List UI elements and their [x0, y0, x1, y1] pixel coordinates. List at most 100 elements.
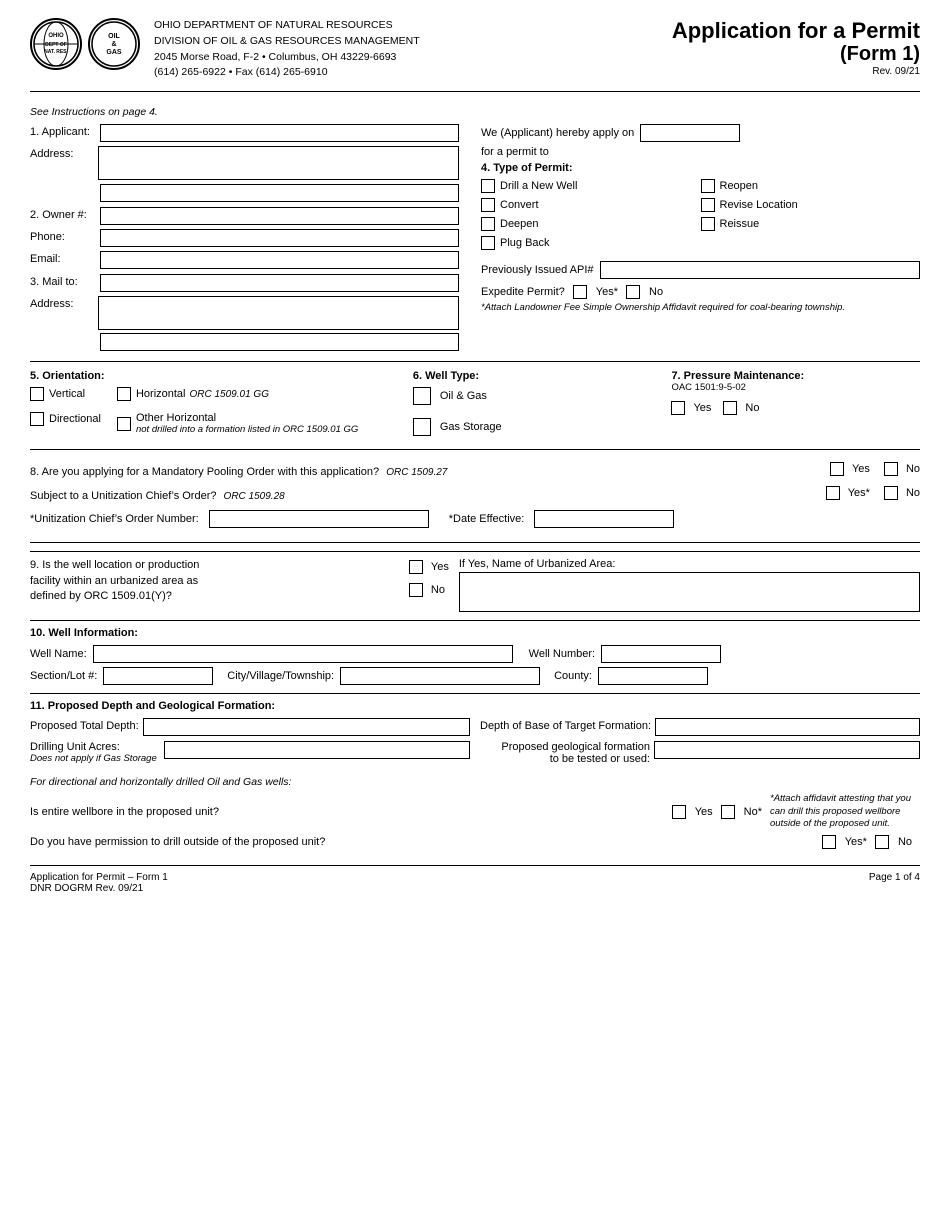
s8-order-label: *Unitization Chief’s Order Number: — [30, 513, 199, 525]
s8-no2-checkbox[interactable] — [884, 486, 898, 500]
horizontal-label: Horizontal — [136, 388, 186, 400]
expedite-yes-checkbox[interactable] — [573, 285, 587, 299]
s11-geo-label-wrap: Proposed geological formation to be test… — [480, 741, 650, 765]
address2-row: Address: — [30, 296, 459, 330]
orientation-section: 5. Orientation: Vertical Directional — [30, 370, 403, 441]
other-horiz-checkbox[interactable] — [117, 417, 131, 431]
instructions-text: See Instructions on page 4. — [30, 106, 920, 118]
s10-wellnum-input[interactable] — [601, 645, 721, 663]
convert-checkbox[interactable] — [481, 198, 495, 212]
s9-no-checkbox[interactable] — [409, 583, 423, 597]
applicant-input[interactable] — [100, 124, 459, 142]
deepen-checkbox[interactable] — [481, 217, 495, 231]
s11-base-depth-input[interactable] — [655, 718, 920, 736]
revise-checkbox[interactable] — [701, 198, 715, 212]
s11-base-depth-label: Depth of Base of Target Formation: — [480, 718, 651, 732]
s11-permission-no-checkbox[interactable] — [875, 835, 889, 849]
s9-area: If Yes, Name of Urbanized Area: — [459, 558, 920, 612]
s9-no-label: No — [431, 584, 445, 596]
section8: 8. Are you applying for a Mandatory Pool… — [30, 456, 920, 534]
convert-row: Convert — [481, 198, 701, 212]
s8-order-input[interactable] — [209, 510, 429, 528]
horizontal-orc: ORC 1509.01 GG — [190, 389, 269, 400]
apply-input[interactable] — [640, 124, 740, 142]
s10-section-input[interactable] — [103, 667, 213, 685]
address2-extra — [30, 333, 459, 351]
oilgas-checkbox[interactable] — [413, 387, 431, 405]
section10: 10. Well Information: Well Name: Well Nu… — [30, 620, 920, 685]
s11-wellbore-yes-checkbox[interactable] — [672, 805, 686, 819]
address1-line2-input[interactable] — [100, 184, 459, 202]
svg-text:DEPT OF: DEPT OF — [45, 42, 67, 48]
phone-label: Phone: — [30, 229, 100, 243]
s11-geo-input[interactable] — [654, 741, 920, 759]
s11-drilling-note: Does not apply if Gas Storage — [30, 753, 160, 764]
reopen-checkbox[interactable] — [701, 179, 715, 193]
s9-yes-checkbox[interactable] — [409, 560, 423, 574]
applicant-label: 1. Applicant: — [30, 124, 100, 138]
address2-input[interactable] — [98, 296, 459, 330]
s11-grid: Proposed Total Depth: Drilling Unit Acre… — [30, 718, 920, 770]
s11-drilling-row: Drilling Unit Acres: Does not apply if G… — [30, 741, 470, 764]
s10-city-input[interactable] — [340, 667, 540, 685]
s10-wellname-input[interactable] — [93, 645, 513, 663]
pressure-yn: Yes No — [671, 401, 920, 420]
s11-wellbore-no-checkbox[interactable] — [721, 805, 735, 819]
s11-drilling-input[interactable] — [164, 741, 470, 759]
s8-yes-checkbox[interactable] — [830, 462, 844, 476]
address1-label: Address: — [30, 146, 98, 160]
pressure-no-checkbox[interactable] — [723, 401, 737, 415]
s8-date-input[interactable] — [534, 510, 674, 528]
s9-yes-row: Yes — [409, 560, 449, 574]
address1-input[interactable] — [98, 146, 459, 180]
page-header: OHIO DEPT OF NAT. RES. OIL & GAS OHIO DE… — [30, 18, 920, 92]
s11-permission-yes-checkbox[interactable] — [822, 835, 836, 849]
s11-permission-row: Do you have permission to drill outside … — [30, 835, 920, 849]
org-line1: OHIO DEPARTMENT OF NATURAL RESOURCES — [154, 18, 672, 34]
applicant-section: 1. Applicant: Address: 2. Owner #: — [30, 124, 475, 355]
form-number: (Form 1) — [672, 43, 920, 66]
prev-api-row: Previously Issued API# — [481, 261, 920, 279]
address1-row: Address: — [30, 146, 459, 180]
expedite-row: Expedite Permit? Yes* No — [481, 285, 920, 299]
welltype-options: Oil & Gas Gas Storage — [413, 387, 662, 441]
s10-section-label: Section/Lot #: — [30, 670, 97, 682]
footer-left: Application for Permit – Form 1 DNR DOGR… — [30, 872, 168, 894]
revise-row: Revise Location — [701, 198, 921, 212]
s8-no-checkbox[interactable] — [884, 462, 898, 476]
s10-county-input[interactable] — [598, 667, 708, 685]
expedite-no-checkbox[interactable] — [626, 285, 640, 299]
directional-checkbox[interactable] — [30, 412, 44, 426]
email-input[interactable] — [100, 251, 459, 269]
s8-no2-row: No — [884, 486, 920, 500]
s8-no-row: No — [884, 462, 920, 476]
s9-if-yes-label: If Yes, Name of Urbanized Area: — [459, 558, 920, 570]
s11-base-depth-row: Depth of Base of Target Formation: — [480, 718, 920, 736]
vertical-checkbox[interactable] — [30, 387, 44, 401]
s11-wellbore-no-label: No* — [744, 806, 762, 818]
drill-new-checkbox[interactable] — [481, 179, 495, 193]
extra-addr-row — [30, 184, 459, 202]
email-row: Email: — [30, 251, 459, 269]
plug-back-checkbox[interactable] — [481, 236, 495, 250]
s8-yes2-checkbox[interactable] — [826, 486, 840, 500]
gasstorage-checkbox[interactable] — [413, 418, 431, 436]
phone-input[interactable] — [100, 229, 459, 247]
mail-input[interactable] — [100, 274, 459, 292]
reissue-checkbox[interactable] — [701, 217, 715, 231]
s8-no2-label: No — [906, 487, 920, 499]
horizontal-checkbox[interactable] — [117, 387, 131, 401]
owner-input[interactable] — [100, 207, 459, 225]
s9-area-input[interactable] — [459, 572, 920, 612]
address2-line2-input[interactable] — [100, 333, 459, 351]
s8-orc: ORC 1509.27 — [386, 467, 447, 478]
prev-api-input[interactable] — [600, 261, 920, 279]
expedite-label: Expedite Permit? — [481, 286, 565, 298]
pressure-yes-checkbox[interactable] — [671, 401, 685, 415]
s10-wellname-row: Well Name: Well Number: — [30, 645, 920, 663]
expedite-yes-group: Yes* — [573, 285, 618, 299]
directional-row: Directional — [30, 412, 101, 426]
s11-total-depth-input[interactable] — [143, 718, 470, 736]
deepen-label: Deepen — [500, 218, 539, 230]
owner-block: 2. Owner #: Phone: Email: — [30, 207, 459, 269]
